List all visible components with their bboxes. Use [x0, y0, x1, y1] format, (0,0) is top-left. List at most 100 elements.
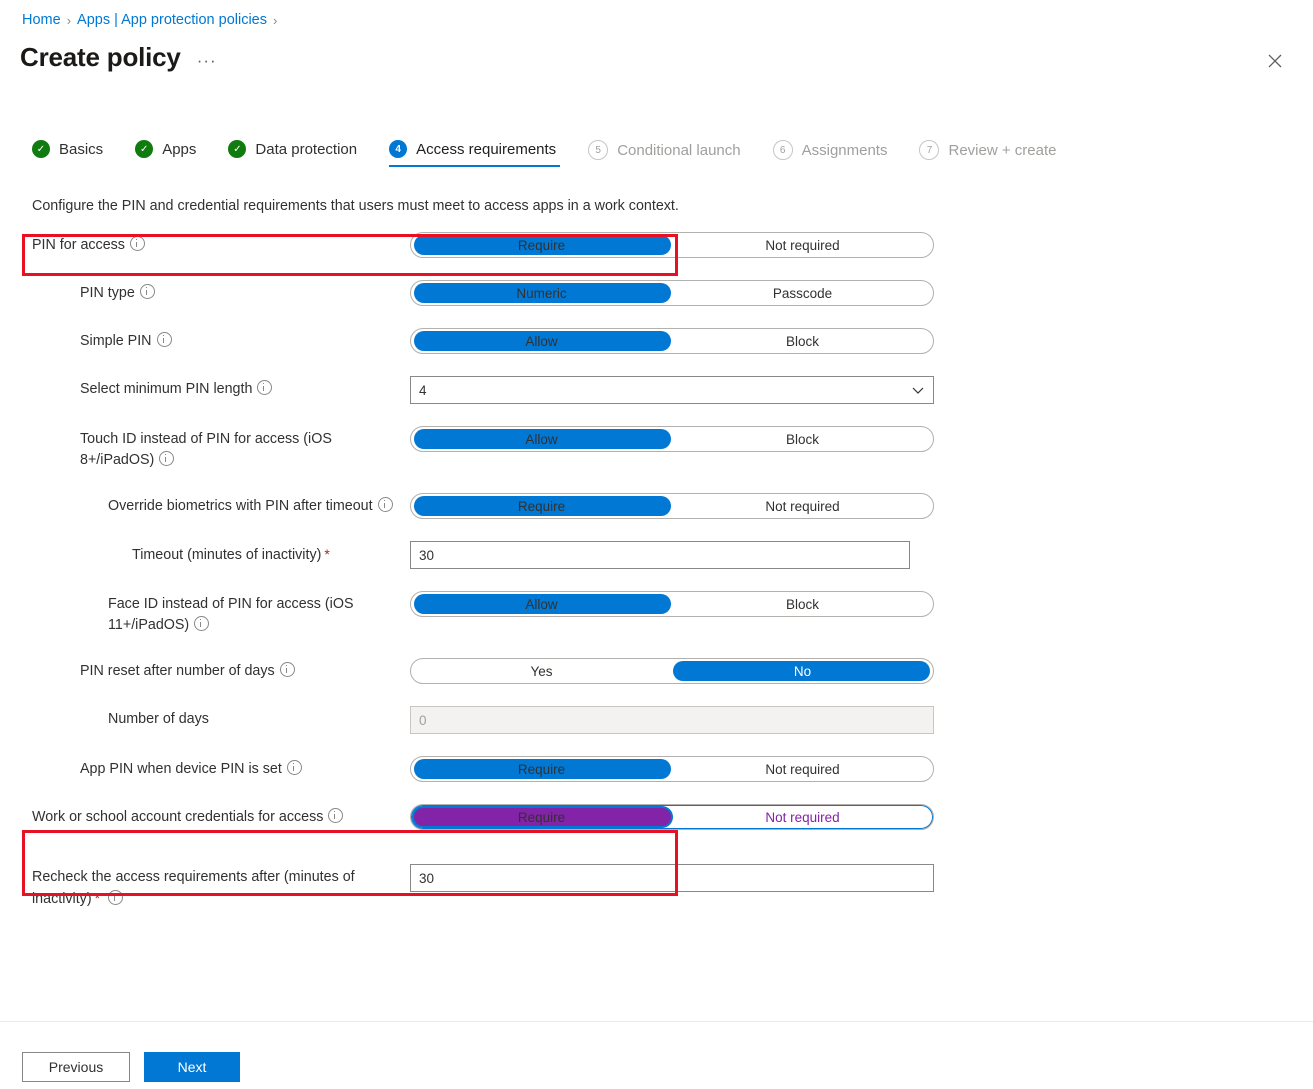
step-number-badge: 5 [588, 140, 609, 160]
label-text: Face ID instead of PIN for access (iOS 1… [108, 596, 354, 633]
toggle-option-left[interactable]: Numeric [411, 281, 672, 305]
footer-divider [0, 1021, 1313, 1022]
wizard-step-label: Basics [59, 140, 104, 158]
previous-button[interactable]: Previous [22, 1052, 130, 1082]
info-icon[interactable] [286, 760, 302, 775]
access-requirements-form: PIN for access Require Not required PIN … [0, 232, 1313, 932]
form-row-pin-for-access: PIN for access Require Not required [0, 232, 1313, 258]
toggle-option-right[interactable]: Block [672, 592, 933, 616]
step-number-badge: 6 [772, 140, 793, 160]
toggle-option-left[interactable]: Require [411, 757, 672, 781]
dropdown-min-pin-length[interactable]: 4 [410, 376, 934, 404]
input-timeout-minutes[interactable] [410, 541, 910, 569]
toggle-option-left[interactable]: Require [411, 494, 672, 518]
form-row-pin-reset-days: PIN reset after number of days Yes No [0, 658, 1313, 684]
form-row-min-pin-length: Select minimum PIN length 4 [0, 376, 1313, 404]
toggle-option-right[interactable]: Not required [672, 805, 933, 829]
toggle-override-biometrics[interactable]: Require Not required [410, 493, 934, 519]
toggle-option-left[interactable]: Allow [411, 592, 672, 616]
info-icon[interactable] [279, 662, 295, 677]
info-icon[interactable] [377, 497, 393, 512]
field-label: PIN reset after number of days [80, 658, 410, 682]
info-icon[interactable] [194, 616, 210, 631]
toggle-option-left[interactable]: Require [411, 233, 672, 257]
toggle-simple-pin[interactable]: Allow Block [410, 328, 934, 354]
toggle-pin-for-access[interactable]: Require Not required [410, 232, 934, 258]
required-asterisk: * [324, 546, 330, 562]
breadcrumb-item-apps[interactable]: Apps | App protection policies [77, 12, 267, 28]
info-icon[interactable] [139, 284, 155, 299]
control-wrap [410, 706, 934, 734]
wizard-step-apps[interactable]: ✓ Apps [135, 140, 214, 167]
toggle-option-left[interactable]: Allow [411, 427, 672, 451]
close-icon[interactable] [1261, 47, 1289, 75]
wizard-step-label: Data protection [255, 140, 358, 158]
form-row-touch-id: Touch ID instead of PIN for access (iOS … [0, 426, 1313, 471]
field-label: Simple PIN [80, 328, 410, 352]
wizard-step-label: Access requirements [416, 140, 557, 158]
wizard-steps: ✓ Basics ✓ Apps ✓ Data protection 4 Acce… [32, 140, 1088, 169]
wizard-step-access-requirements[interactable]: 4 Access requirements [389, 140, 574, 167]
toggle-option-right[interactable]: No [672, 659, 933, 683]
field-label: Timeout (minutes of inactivity) * [132, 541, 410, 566]
control-wrap: Require Not required [410, 232, 934, 258]
toggle-work-school-credentials[interactable]: Require Not required [410, 804, 934, 830]
toggle-face-id[interactable]: Allow Block [410, 591, 934, 617]
toggle-option-right[interactable]: Block [672, 427, 933, 451]
control-wrap: Numeric Passcode [410, 280, 934, 306]
field-label: App PIN when device PIN is set [80, 756, 410, 780]
toggle-pin-type[interactable]: Numeric Passcode [410, 280, 934, 306]
label-text: App PIN when device PIN is set [80, 761, 282, 777]
next-button[interactable]: Next [144, 1052, 240, 1082]
page-description: Configure the PIN and credential require… [32, 198, 679, 214]
field-label: Work or school account credentials for a… [32, 804, 410, 828]
wizard-step-data-protection[interactable]: ✓ Data protection [228, 140, 375, 167]
info-icon[interactable] [328, 808, 344, 823]
label-text: PIN for access [32, 237, 125, 253]
toggle-option-right[interactable]: Not required [672, 757, 933, 781]
breadcrumb-item-home[interactable]: Home [22, 12, 61, 28]
info-icon[interactable] [257, 380, 273, 395]
toggle-option-left[interactable]: Allow [411, 329, 672, 353]
required-asterisk: * [94, 890, 101, 906]
breadcrumb-separator-icon: › [273, 12, 278, 28]
wizard-step-assignments[interactable]: 6 Assignments [772, 140, 906, 169]
field-label: Recheck the access requirements after (m… [32, 864, 410, 910]
field-label: Face ID instead of PIN for access (iOS 1… [108, 591, 410, 636]
wizard-step-label: Assignments [801, 141, 888, 159]
label-text: Touch ID instead of PIN for access (iOS … [80, 431, 332, 468]
toggle-option-right[interactable]: Block [672, 329, 933, 353]
more-actions-button[interactable]: ··· [197, 52, 217, 73]
form-row-recheck-access: Recheck the access requirements after (m… [0, 864, 1313, 910]
info-icon[interactable] [159, 451, 175, 466]
wizard-step-review-create[interactable]: 7 Review + create [919, 140, 1074, 169]
wizard-footer: Previous Next [22, 1052, 240, 1082]
control-wrap: Allow Block [410, 328, 934, 354]
label-text: PIN type [80, 285, 135, 301]
toggle-option-right[interactable]: Not required [672, 233, 933, 257]
input-recheck-minutes[interactable] [410, 864, 934, 892]
wizard-step-conditional-launch[interactable]: 5 Conditional launch [588, 140, 758, 169]
info-icon[interactable] [108, 890, 124, 905]
label-text: Timeout (minutes of inactivity) [132, 547, 322, 563]
toggle-touch-id[interactable]: Allow Block [410, 426, 934, 452]
toggle-option-right[interactable]: Passcode [672, 281, 933, 305]
label-text: Number of days [108, 711, 209, 727]
wizard-step-basics[interactable]: ✓ Basics [32, 140, 121, 167]
field-label: PIN type [80, 280, 410, 304]
label-text: Work or school account credentials for a… [32, 809, 324, 825]
step-number-badge: 4 [389, 140, 408, 158]
toggle-option-left[interactable]: Require [411, 805, 672, 829]
control-wrap [410, 541, 910, 569]
chevron-down-icon [911, 383, 925, 397]
info-icon[interactable] [156, 332, 172, 347]
step-number-badge: 7 [919, 140, 940, 160]
toggle-app-pin-when-device-pin-set[interactable]: Require Not required [410, 756, 934, 782]
toggle-pin-reset-days[interactable]: Yes No [410, 658, 934, 684]
wizard-step-label: Review + create [948, 141, 1057, 159]
form-row-simple-pin: Simple PIN Allow Block [0, 328, 1313, 354]
info-icon[interactable] [129, 236, 145, 251]
toggle-option-left[interactable]: Yes [411, 659, 672, 683]
form-row-work-school-credentials: Work or school account credentials for a… [0, 804, 1313, 830]
toggle-option-right[interactable]: Not required [672, 494, 933, 518]
